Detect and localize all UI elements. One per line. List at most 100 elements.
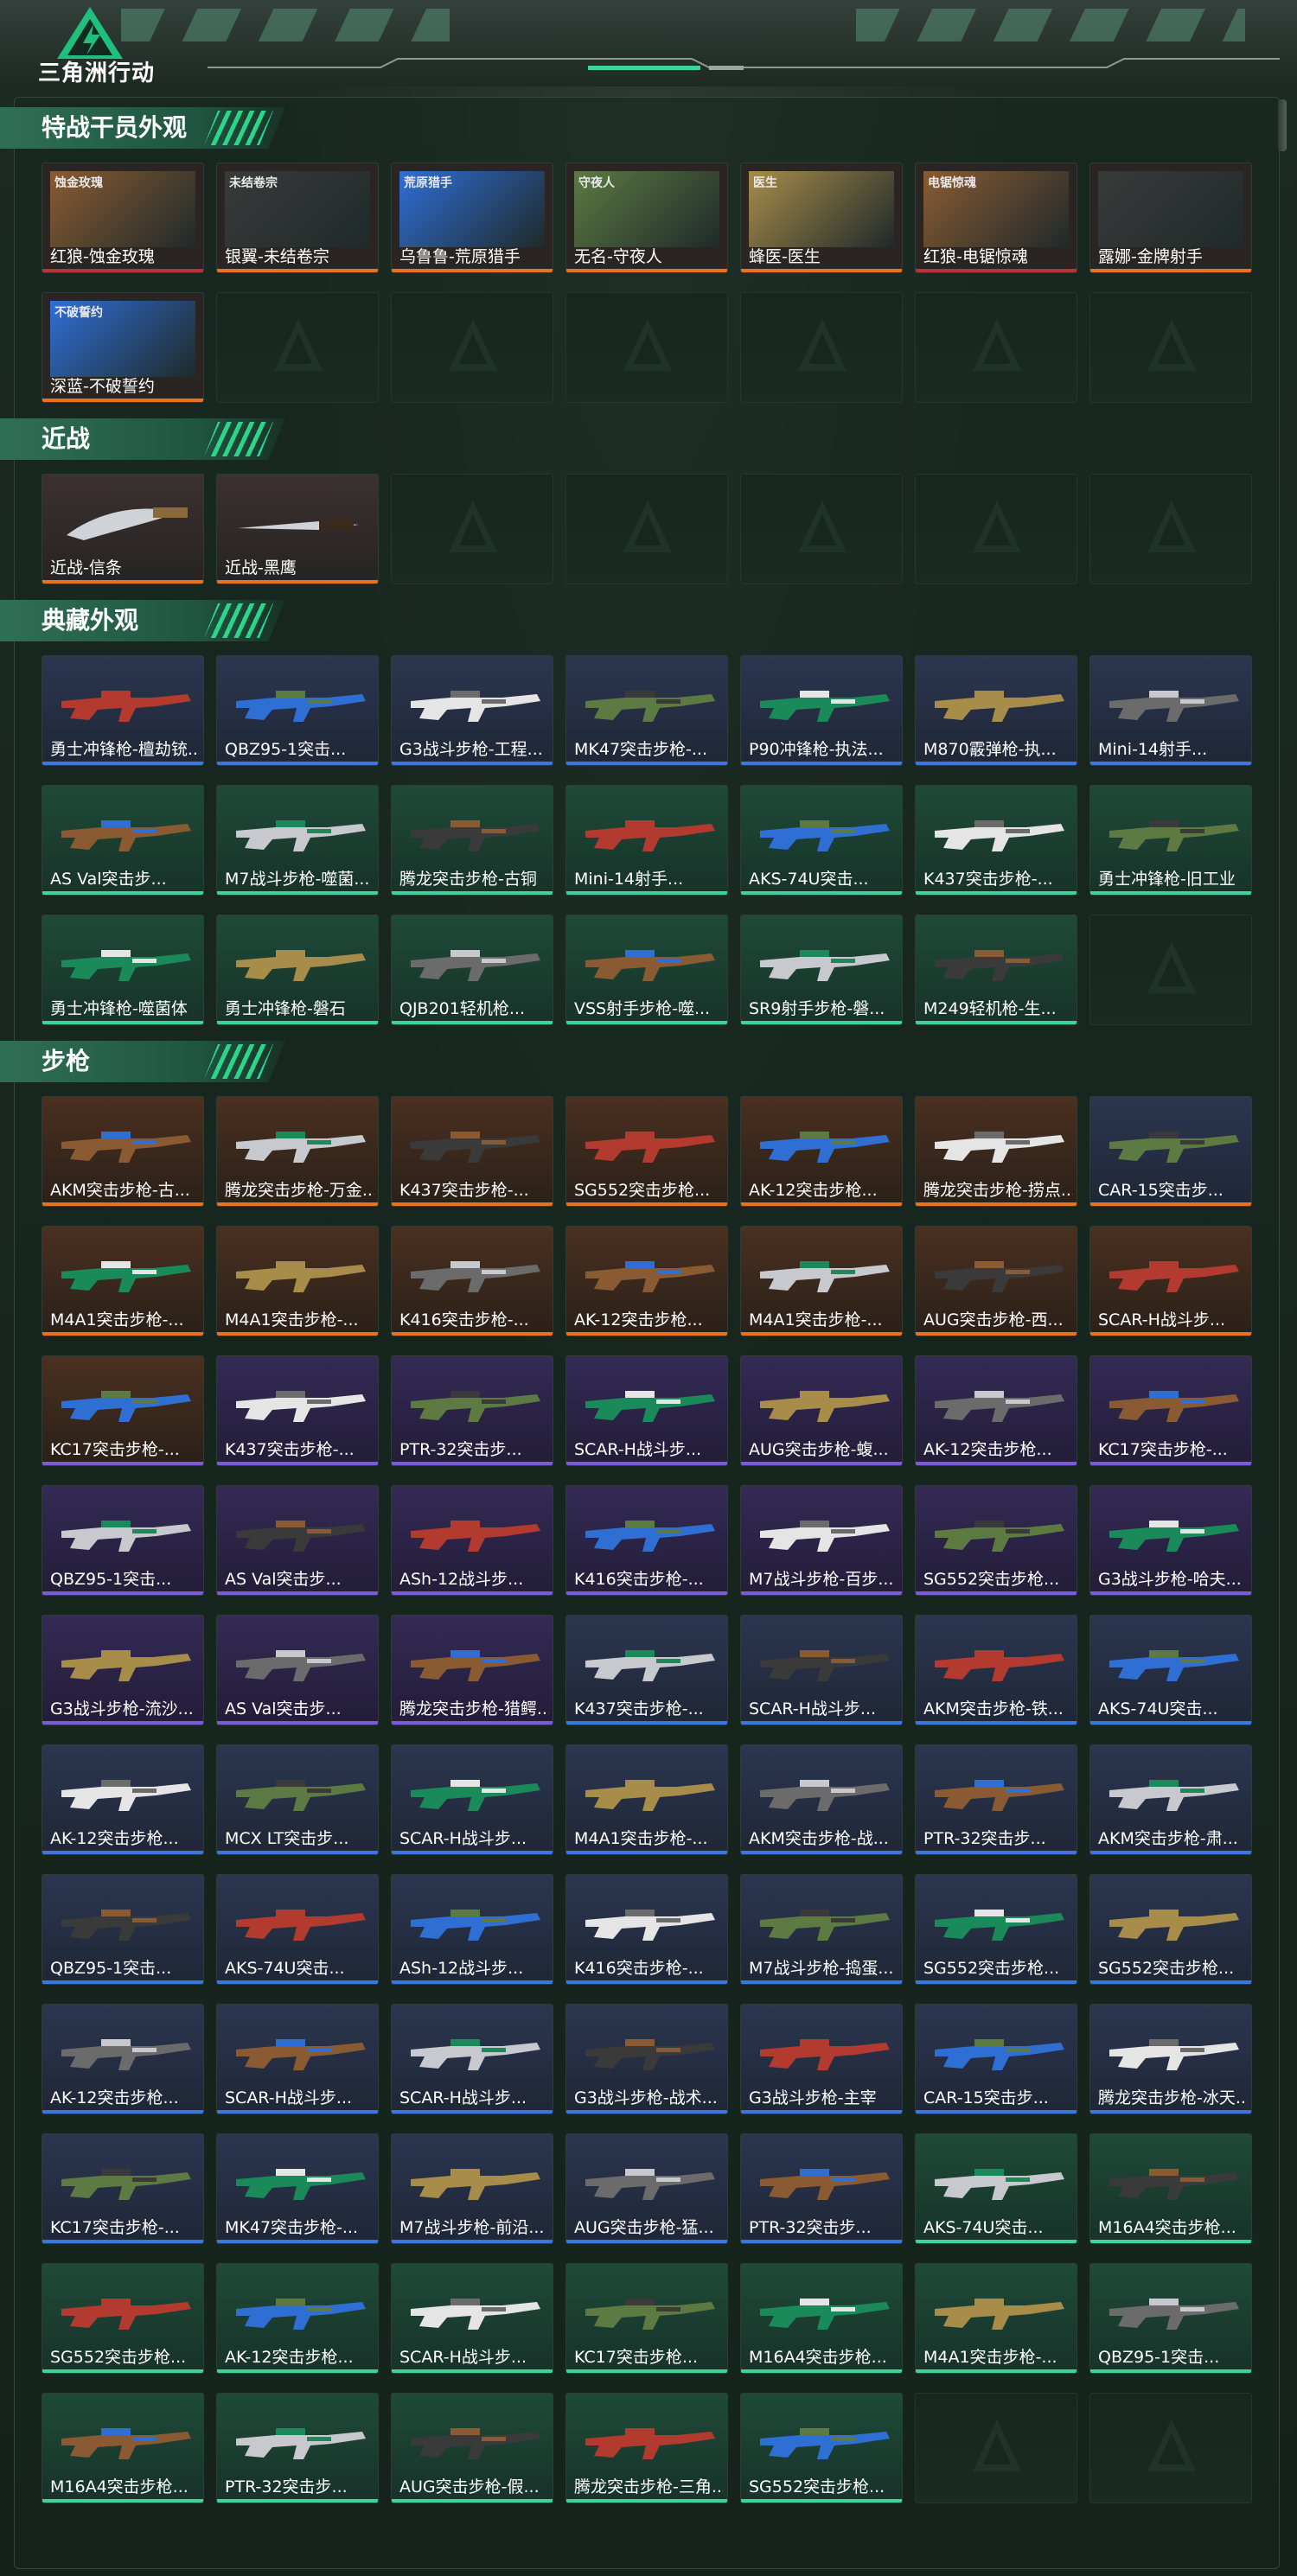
weapon-skin-card[interactable]: Mini-14射手... [1089, 655, 1252, 766]
weapon-skin-card[interactable]: MK47突击步枪-... [565, 655, 728, 766]
weapon-skin-card[interactable]: PTR-32突击步... [740, 2133, 903, 2244]
agent-skin-card[interactable]: 电锯惊魂 红狼-电锯惊魂 [915, 163, 1077, 273]
weapon-skin-card[interactable]: CAR-15突击步... [1089, 1096, 1252, 1207]
weapon-skin-card[interactable]: M4A1突击步枪-... [740, 1226, 903, 1336]
weapon-skin-card[interactable]: 腾龙突击步枪-捞点... [915, 1096, 1077, 1207]
weapon-skin-card[interactable]: AK-12突击步枪... [216, 2263, 379, 2374]
weapon-skin-card[interactable]: PTR-32突击步... [216, 2393, 379, 2503]
weapon-skin-card[interactable]: VSS射手步枪-噬... [565, 915, 728, 1025]
weapon-skin-card[interactable]: AKS-74U突击... [915, 2133, 1077, 2244]
weapon-skin-card[interactable]: K416突击步枪-... [565, 1485, 728, 1596]
weapon-skin-card[interactable]: AKM突击步枪-铁... [915, 1615, 1077, 1725]
weapon-skin-card[interactable]: Mini-14射手... [565, 785, 728, 896]
weapon-skin-card[interactable]: 腾龙突击步枪-冰天... [1089, 2004, 1252, 2114]
weapon-skin-card[interactable]: ASh-12战斗步... [391, 1874, 553, 1985]
weapon-skin-card[interactable]: 腾龙突击步枪-古铜 [391, 785, 553, 896]
weapon-skin-card[interactable]: MK47突击步枪-... [216, 2133, 379, 2244]
weapon-skin-card[interactable]: SCAR-H战斗步... [565, 1355, 728, 1466]
agent-skin-card[interactable]: 不破誓约 深蓝-不破誓约 [42, 292, 204, 403]
weapon-skin-card[interactable]: AK-12突击步枪... [915, 1355, 1077, 1466]
weapon-skin-card[interactable]: SCAR-H战斗步... [740, 1615, 903, 1725]
weapon-skin-card[interactable]: AKS-74U突击... [1089, 1615, 1252, 1725]
weapon-skin-card[interactable]: AKM突击步枪-战... [740, 1744, 903, 1855]
melee-skin-card[interactable]: 近战-黑鹰 [216, 474, 379, 584]
weapon-skin-card[interactable]: KC17突击步枪-... [42, 1355, 204, 1466]
weapon-skin-card[interactable]: AK-12突击步枪... [565, 1226, 728, 1336]
weapon-skin-card[interactable]: QBZ95-1突击... [42, 1485, 204, 1596]
weapon-skin-card[interactable]: AS Val突击步... [42, 785, 204, 896]
weapon-skin-card[interactable]: AK-12突击步枪... [740, 1096, 903, 1207]
weapon-skin-card[interactable]: 勇士冲锋枪-旧工业 [1089, 785, 1252, 896]
weapon-skin-card[interactable]: QBZ95-1突击... [216, 655, 379, 766]
weapon-skin-card[interactable]: SCAR-H战斗步... [391, 2004, 553, 2114]
weapon-skin-card[interactable]: M870霰弹枪-执... [915, 655, 1077, 766]
weapon-skin-card[interactable]: SR9射手步枪-磐... [740, 915, 903, 1025]
weapon-skin-card[interactable]: M16A4突击步枪... [740, 2263, 903, 2374]
weapon-skin-card[interactable]: M4A1突击步枪-... [216, 1226, 379, 1336]
weapon-skin-card[interactable]: P90冲锋枪-执法... [740, 655, 903, 766]
agent-skin-card[interactable]: 荒原猎手 乌鲁鲁-荒原猎手 [391, 163, 553, 273]
weapon-skin-card[interactable]: SG552突击步枪... [1089, 1874, 1252, 1985]
weapon-skin-card[interactable]: QJB201轻机枪... [391, 915, 553, 1025]
weapon-skin-card[interactable]: CAR-15突击步... [915, 2004, 1077, 2114]
weapon-skin-card[interactable]: 勇士冲锋枪-檀劫铳... [42, 655, 204, 766]
weapon-skin-card[interactable]: AKS-74U突击... [216, 1874, 379, 1985]
weapon-skin-card[interactable]: SG552突击步枪... [42, 2263, 204, 2374]
weapon-skin-card[interactable]: AK-12突击步枪... [42, 2004, 204, 2114]
weapon-skin-card[interactable]: MCX LT突击步... [216, 1744, 379, 1855]
weapon-skin-card[interactable]: SG552突击步枪... [740, 2393, 903, 2503]
weapon-skin-card[interactable]: AKS-74U突击... [740, 785, 903, 896]
weapon-skin-card[interactable]: ASh-12战斗步... [391, 1485, 553, 1596]
weapon-skin-card[interactable]: 勇士冲锋枪-磐石 [216, 915, 379, 1025]
agent-skin-card[interactable]: 守夜人 无名-守夜人 [565, 163, 728, 273]
weapon-skin-card[interactable]: K437突击步枪-... [565, 1615, 728, 1725]
weapon-skin-card[interactable]: KC17突击步枪... [565, 2263, 728, 2374]
weapon-skin-card[interactable]: M7战斗步枪-捣蛋... [740, 1874, 903, 1985]
weapon-skin-card[interactable]: KC17突击步枪-... [42, 2133, 204, 2244]
weapon-skin-card[interactable]: M4A1突击步枪-... [565, 1744, 728, 1855]
agent-skin-card[interactable]: 未结卷宗 银翼-未结卷宗 [216, 163, 379, 273]
weapon-skin-card[interactable]: 勇士冲锋枪-噬菌体 [42, 915, 204, 1025]
weapon-skin-card[interactable]: G3战斗步枪-哈夫... [1089, 1485, 1252, 1596]
weapon-skin-card[interactable]: K437突击步枪-... [391, 1096, 553, 1207]
weapon-skin-card[interactable]: SCAR-H战斗步... [391, 2263, 553, 2374]
weapon-skin-card[interactable]: AUG突击步枪-假... [391, 2393, 553, 2503]
weapon-skin-card[interactable]: M16A4突击步枪... [1089, 2133, 1252, 2244]
weapon-skin-card[interactable]: M7战斗步枪-前沿... [391, 2133, 553, 2244]
weapon-skin-card[interactable]: AK-12突击步枪... [42, 1744, 204, 1855]
weapon-skin-card[interactable]: G3战斗步枪-工程... [391, 655, 553, 766]
weapon-skin-card[interactable]: PTR-32突击步... [915, 1744, 1077, 1855]
weapon-skin-card[interactable]: M249轻机枪-生... [915, 915, 1077, 1025]
weapon-skin-card[interactable]: K416突击步枪-... [565, 1874, 728, 1985]
weapon-skin-card[interactable]: SCAR-H战斗步... [1089, 1226, 1252, 1336]
weapon-skin-card[interactable]: K437突击步枪-... [216, 1355, 379, 1466]
weapon-skin-card[interactable]: G3战斗步枪-战术... [565, 2004, 728, 2114]
weapon-skin-card[interactable]: M4A1突击步枪-... [42, 1226, 204, 1336]
weapon-skin-card[interactable]: SCAR-H战斗步... [216, 2004, 379, 2114]
weapon-skin-card[interactable]: PTR-32突击步... [391, 1355, 553, 1466]
weapon-skin-card[interactable]: AUG突击步枪-猛... [565, 2133, 728, 2244]
weapon-skin-card[interactable]: AUG突击步枪-西... [915, 1226, 1077, 1336]
weapon-skin-card[interactable]: G3战斗步枪-主宰 [740, 2004, 903, 2114]
weapon-skin-card[interactable]: AS Val突击步... [216, 1485, 379, 1596]
weapon-skin-card[interactable]: 腾龙突击步枪-猎鳄... [391, 1615, 553, 1725]
weapon-skin-card[interactable]: AS Val突击步... [216, 1615, 379, 1725]
weapon-skin-card[interactable]: QBZ95-1突击... [42, 1874, 204, 1985]
weapon-skin-card[interactable]: KC17突击步枪-... [1089, 1355, 1252, 1466]
weapon-skin-card[interactable]: SG552突击步枪... [565, 1096, 728, 1207]
weapon-skin-card[interactable]: SG552突击步枪... [915, 1485, 1077, 1596]
agent-skin-card[interactable]: 露娜-金牌射手 [1089, 163, 1252, 273]
weapon-skin-card[interactable]: QBZ95-1突击... [1089, 2263, 1252, 2374]
weapon-skin-card[interactable]: K416突击步枪-... [391, 1226, 553, 1336]
weapon-skin-card[interactable]: M7战斗步枪-百步... [740, 1485, 903, 1596]
weapon-skin-card[interactable]: 腾龙突击步枪-万金... [216, 1096, 379, 1207]
scrollbar-thumb[interactable] [1278, 99, 1287, 151]
weapon-skin-card[interactable]: G3战斗步枪-流沙... [42, 1615, 204, 1725]
weapon-skin-card[interactable]: M4A1突击步枪-... [915, 2263, 1077, 2374]
melee-skin-card[interactable]: 近战-信条 [42, 474, 204, 584]
weapon-skin-card[interactable]: K437突击步枪-... [915, 785, 1077, 896]
weapon-skin-card[interactable]: AUG突击步枪-蝮... [740, 1355, 903, 1466]
weapon-skin-card[interactable]: SG552突击步枪... [915, 1874, 1077, 1985]
agent-skin-card[interactable]: 医生 蜂医-医生 [740, 163, 903, 273]
weapon-skin-card[interactable]: 腾龙突击步枪-三角... [565, 2393, 728, 2503]
